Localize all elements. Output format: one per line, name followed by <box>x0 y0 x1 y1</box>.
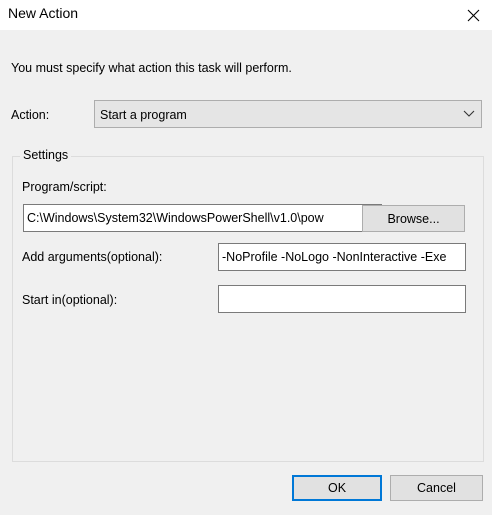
arguments-input[interactable]: -NoProfile -NoLogo -NonInteractive -Exe <box>218 243 466 271</box>
title-bar: New Action <box>0 0 492 30</box>
start-in-label: Start in(optional): <box>22 293 118 307</box>
close-icon <box>467 9 480 21</box>
arguments-label: Add arguments(optional): <box>22 250 163 264</box>
action-selected-value: Start a program <box>100 108 187 122</box>
settings-group-title: Settings <box>20 148 72 162</box>
start-in-input[interactable] <box>218 285 466 313</box>
dialog-body: You must specify what action this task w… <box>0 30 492 515</box>
program-script-input[interactable]: C:\Windows\System32\WindowsPowerShell\v1… <box>23 204 382 232</box>
action-dropdown[interactable]: Start a program <box>94 100 482 128</box>
action-label: Action: <box>11 108 50 122</box>
close-button[interactable] <box>455 0 492 30</box>
browse-button[interactable]: Browse... <box>362 205 465 232</box>
chevron-down-icon <box>463 110 475 117</box>
cancel-button[interactable]: Cancel <box>390 475 483 501</box>
program-script-label: Program/script: <box>22 180 107 194</box>
window-title: New Action <box>8 5 79 21</box>
ok-button[interactable]: OK <box>292 475 382 501</box>
intro-text: You must specify what action this task w… <box>11 61 292 75</box>
